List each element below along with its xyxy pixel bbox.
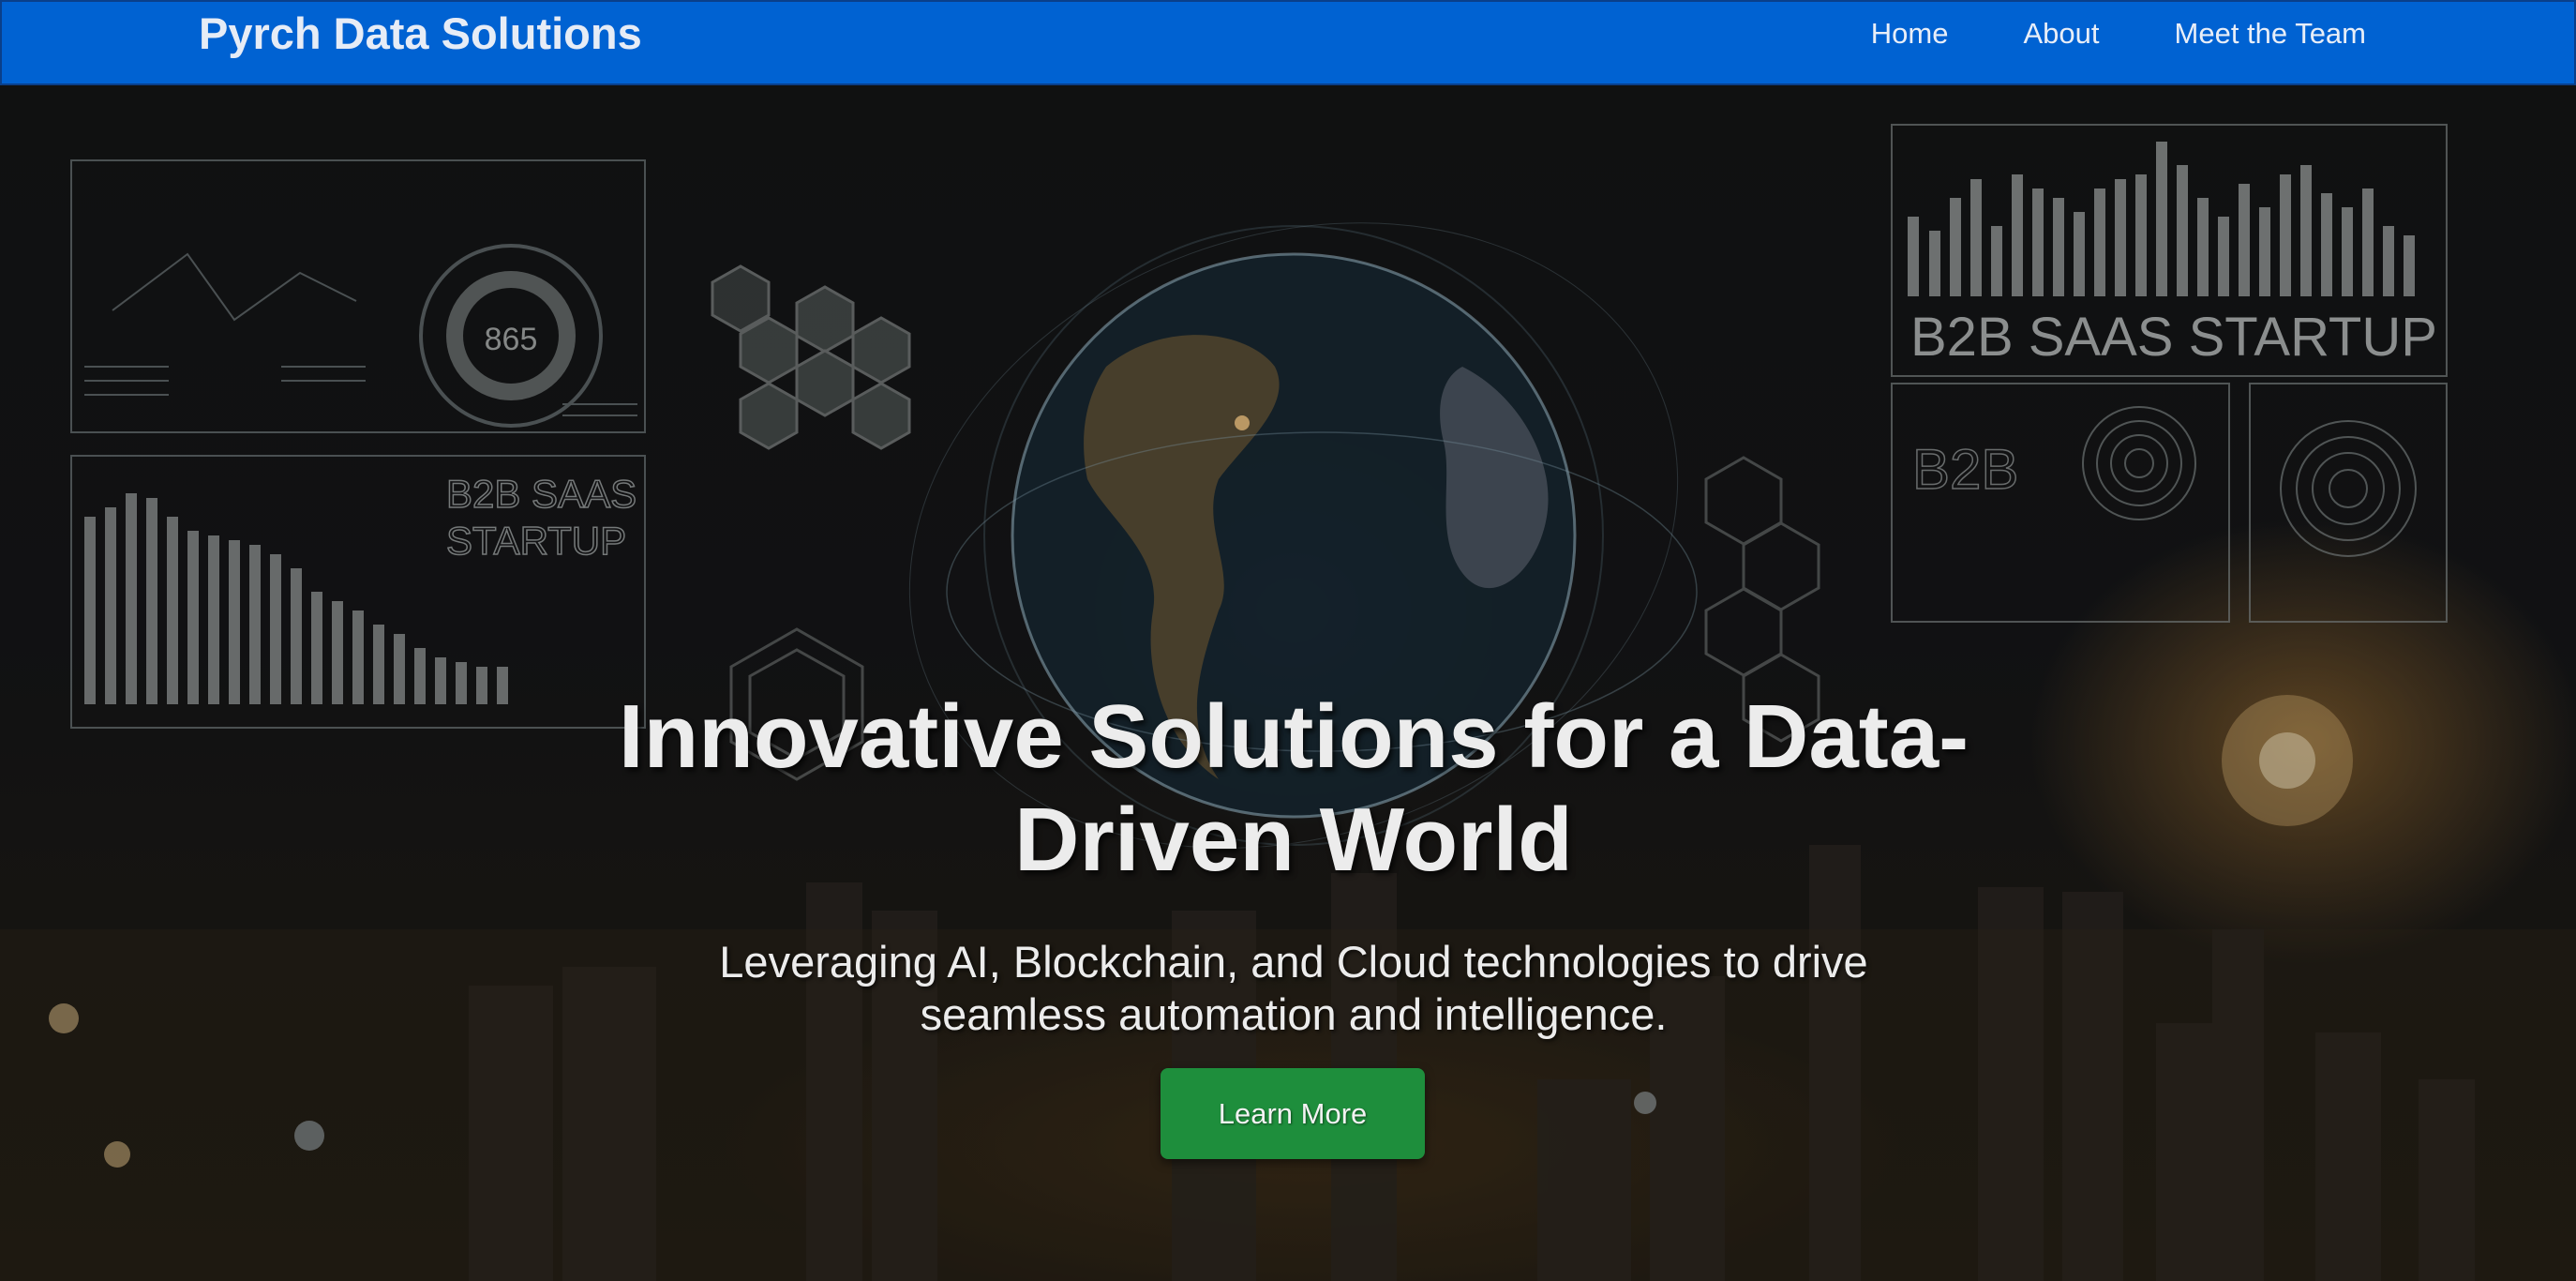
hero-title: Innovative Solutions for a Data-Driven W… bbox=[618, 686, 1969, 890]
nav-link-about[interactable]: About bbox=[2024, 15, 2100, 53]
brand-logo-text[interactable]: Pyrch Data Solutions bbox=[199, 8, 642, 60]
learn-more-button[interactable]: Learn More bbox=[1161, 1068, 1425, 1159]
top-navbar: Pyrch Data Solutions Home About Meet the… bbox=[0, 0, 2576, 85]
hero-section: 865 B2B SAAS STARTUP B2B SAAS STARTUP B2… bbox=[0, 85, 2576, 1281]
hero-subtitle: Leveraging AI, Blockchain, and Cloud tec… bbox=[719, 937, 1868, 1039]
nav-link-home[interactable]: Home bbox=[1871, 15, 1949, 53]
nav-links: Home About Meet the Team bbox=[1871, 15, 2366, 53]
hero-content: Innovative Solutions for a Data-Driven W… bbox=[0, 85, 2576, 1281]
nav-link-meet-the-team[interactable]: Meet the Team bbox=[2175, 15, 2366, 53]
